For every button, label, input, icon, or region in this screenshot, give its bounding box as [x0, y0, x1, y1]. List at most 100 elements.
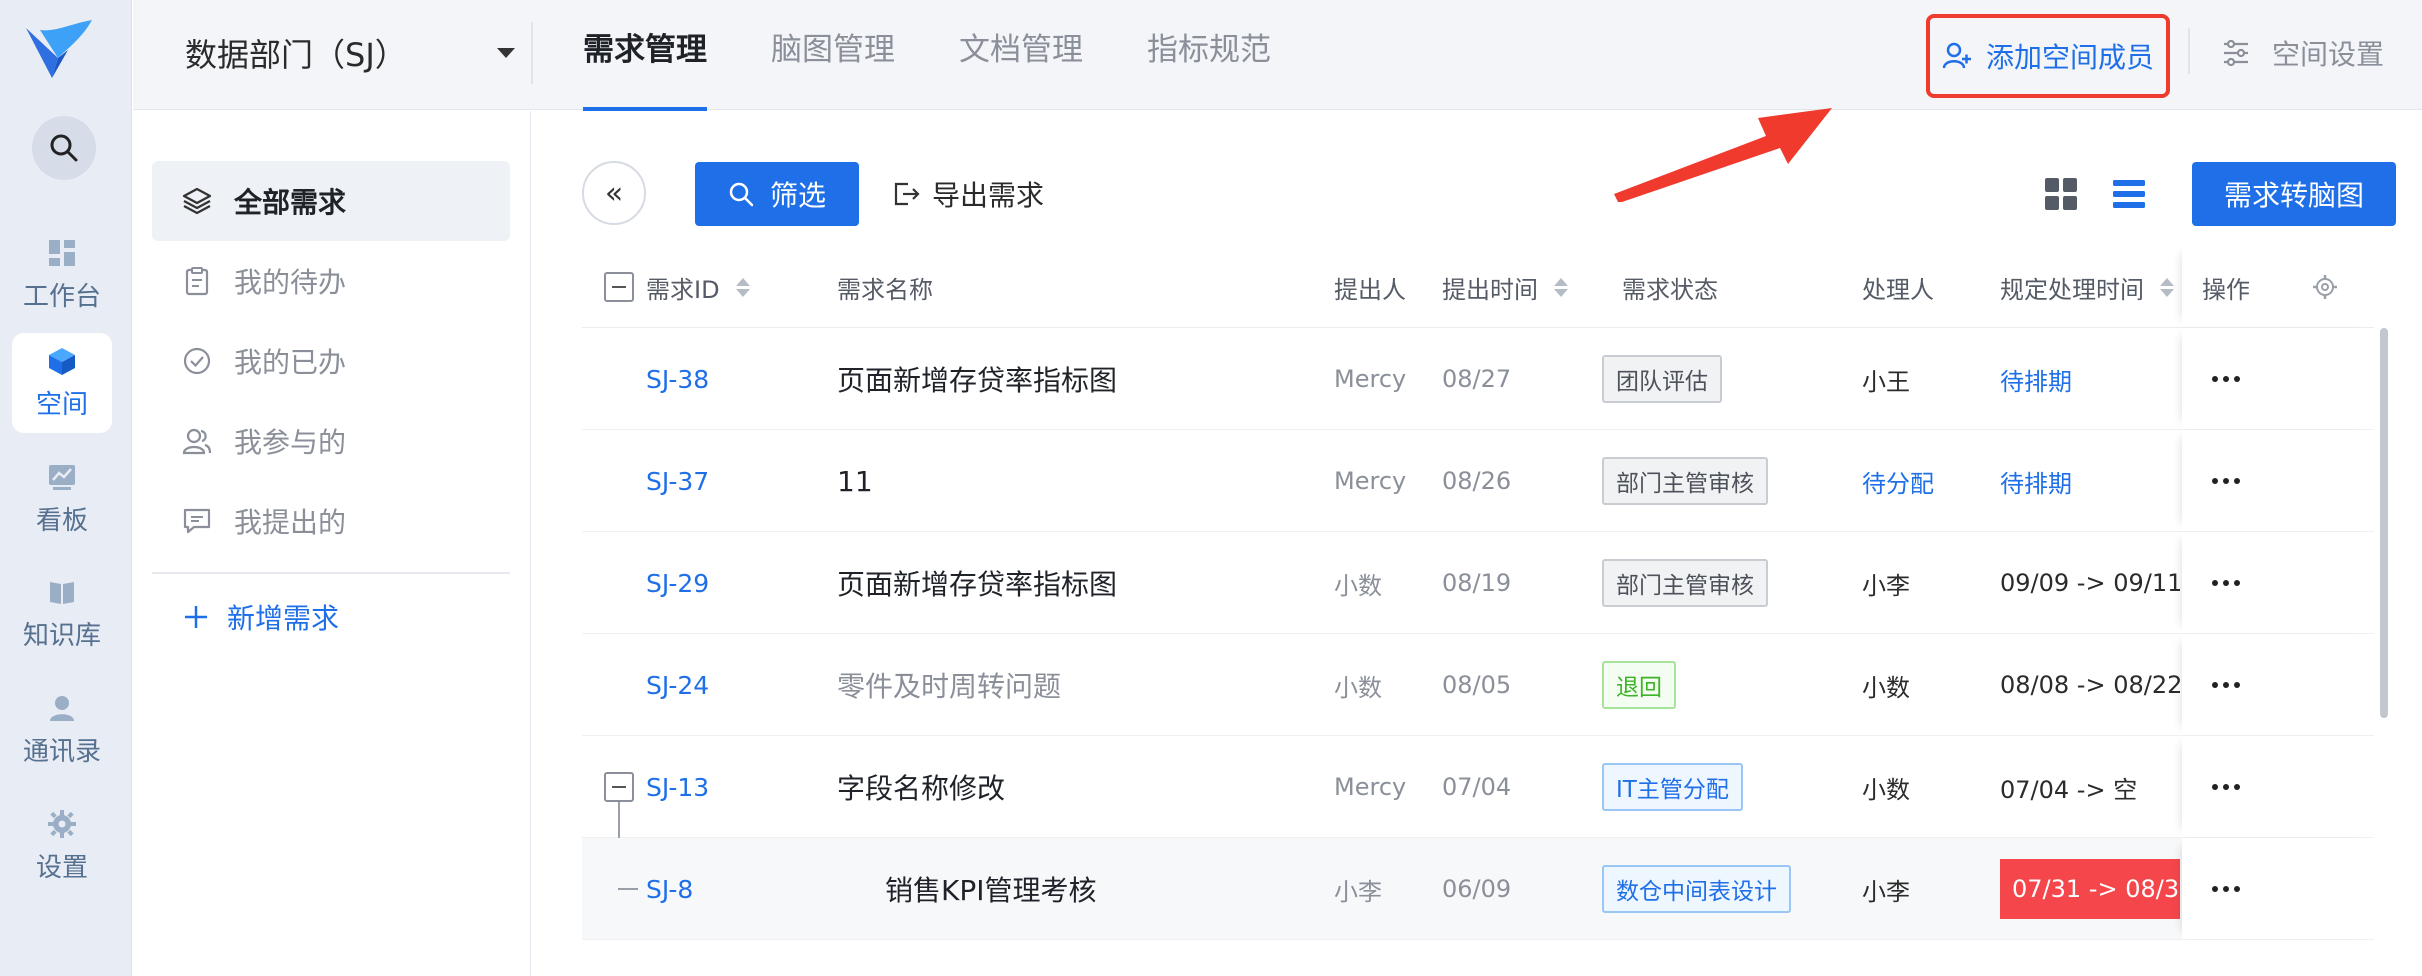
tree-collapse-toggle[interactable] — [604, 772, 634, 802]
caret-down-icon — [496, 48, 515, 58]
rail-item-workbench[interactable]: 工作台 — [12, 225, 112, 325]
sidebar-item-label: 全部需求 — [234, 186, 347, 219]
app-logo[interactable] — [22, 18, 96, 82]
select-all-checkbox[interactable] — [604, 246, 634, 328]
col-header-id[interactable]: 需求ID — [646, 246, 750, 328]
export-icon — [894, 182, 920, 206]
sidebar-item-done[interactable]: 我的已办 — [152, 321, 510, 401]
rail-item-label: 设置 — [35, 852, 88, 883]
more-actions-button[interactable] — [2212, 838, 2240, 940]
ops-cell — [2182, 328, 2374, 429]
col-header-due[interactable]: 规定处理时间 — [2000, 246, 2174, 328]
sort-icon[interactable] — [735, 277, 750, 297]
sidebar-item-label: 我的待办 — [234, 266, 347, 299]
sidebar-item-label: 我的已办 — [234, 346, 347, 379]
more-dots-icon — [2212, 682, 2218, 688]
tab-documents[interactable]: 文档管理 — [959, 0, 1083, 110]
rail-item-settings[interactable]: 设置 — [12, 796, 112, 896]
handler[interactable]: 待分配 — [1862, 430, 1934, 532]
proposer: Mercy — [1334, 467, 1407, 495]
add-space-member-button[interactable]: 添加空间成员 — [1926, 14, 2170, 98]
more-actions-button[interactable] — [2212, 736, 2240, 838]
table-row[interactable]: SJ-29 页面新增存贷率指标图 小数 08/19 部门主管审核 小李 09/09 -> 0… — [582, 532, 2374, 634]
tab-requirements[interactable]: 需求管理 — [583, 0, 707, 111]
sidebar-item-participated[interactable]: 我参与的 — [152, 401, 510, 481]
ops-cell — [2182, 838, 2374, 939]
table-row[interactable]: SJ-24 零件及时周转问题 小数 08/05 退回 小数 08/08 -> 08/22 — [582, 634, 2374, 736]
sidebar-item-todo[interactable]: 我的待办 — [152, 241, 510, 321]
export-button[interactable]: 导出需求 — [892, 162, 1044, 226]
more-actions-button[interactable] — [2212, 328, 2240, 430]
requirement-id-link[interactable]: SJ-13 — [646, 736, 709, 838]
tab-mindmap[interactable]: 脑图管理 — [771, 0, 895, 110]
sidebar-item-all[interactable]: 全部需求 — [152, 161, 510, 241]
more-dots-icon — [2212, 376, 2218, 382]
col-header-label: 提出时间 — [1442, 275, 1538, 304]
divider — [152, 572, 510, 574]
more-actions-button[interactable] — [2212, 532, 2240, 634]
rail-item-space[interactable]: 空间 — [12, 333, 112, 433]
due-time: 07/04 -> 空 — [2000, 775, 2138, 804]
status-badge: 退回 — [1602, 661, 1676, 709]
dashboard-icon — [49, 239, 75, 266]
more-dots-icon — [2212, 784, 2218, 790]
space-settings-button[interactable]: 空间设置 — [2222, 28, 2384, 78]
requirement-id-link[interactable]: SJ-24 — [646, 634, 709, 736]
sort-icon[interactable] — [1554, 277, 1568, 297]
rail-item-label: 知识库 — [22, 620, 101, 651]
sort-icon[interactable] — [2160, 277, 2174, 297]
double-chevron-left-icon: « — [604, 175, 624, 211]
top-bar: 数据部门（SJ） 需求管理 脑图管理 文档管理 指标规范 添加空间成员 空间设置 — [133, 0, 2422, 111]
global-search-button[interactable] — [32, 116, 96, 180]
add-requirement-button[interactable]: 新增需求 — [183, 597, 339, 637]
status-cell: 部门主管审核 — [1602, 430, 1768, 532]
table-row[interactable]: SJ-13 字段名称修改 Mercy 07/04 IT主管分配 小数 07/04 -> 空 — [582, 736, 2374, 890]
status-badge: IT主管分配 — [1602, 763, 1743, 811]
rail-item-board[interactable]: 看板 — [12, 449, 112, 549]
requirement-id-link[interactable]: SJ-38 — [646, 328, 709, 430]
requirement-name[interactable]: 零件及时周转问题 — [837, 634, 1061, 736]
col-header-ops: 操作 — [2202, 246, 2250, 328]
requirement-name[interactable]: 11 — [837, 430, 873, 532]
col-header-label: 需求状态 — [1622, 275, 1718, 304]
requirement-id-link[interactable]: SJ-37 — [646, 430, 709, 532]
proposed-time: 08/05 — [1442, 671, 1512, 699]
search-icon — [50, 134, 78, 162]
requirement-name[interactable]: 字段名称修改 — [837, 736, 1005, 838]
convert-to-mindmap-button[interactable]: 需求转脑图 — [2192, 162, 2396, 226]
table-row[interactable]: SJ-38 页面新增存贷率指标图 Mercy 08/27 团队评估 小王 待排期 — [582, 328, 2374, 430]
due-time: 待排期 — [2000, 469, 2072, 498]
more-actions-button[interactable] — [2212, 430, 2240, 532]
requirement-id-link[interactable]: SJ-8 — [646, 838, 693, 940]
table-row[interactable]: SJ-8 销售KPI管理考核 小李 06/09 数仓中间表设计 小李 07/31 -> 08… — [582, 838, 2374, 940]
collapse-sidebar-button[interactable]: « — [582, 161, 646, 225]
proposer: Mercy — [1334, 365, 1407, 393]
department-name: 数据部门（SJ） — [185, 36, 407, 74]
rail-item-knowledge[interactable]: 知识库 — [12, 564, 112, 664]
tab-metrics[interactable]: 指标规范 — [1147, 0, 1271, 110]
requirement-name[interactable]: 销售KPI管理考核 — [885, 838, 1097, 940]
book-icon — [50, 581, 74, 604]
list-view-icon[interactable] — [2112, 177, 2146, 211]
requirement-name[interactable]: 页面新增存贷率指标图 — [837, 328, 1117, 430]
requirements-sidebar: 全部需求 我的待办 我的已办 我参与的 我提出的 新增需求 — [133, 111, 531, 976]
grid-view-icon[interactable] — [2044, 177, 2078, 211]
rail-item-label: 空间 — [35, 389, 88, 420]
status-badge: 团队评估 — [1602, 355, 1722, 403]
export-label: 导出需求 — [932, 179, 1045, 212]
comment-icon — [183, 508, 211, 534]
department-selector[interactable]: 数据部门（SJ） — [185, 30, 515, 76]
more-actions-button[interactable] — [2212, 634, 2240, 736]
table-scrollbar[interactable] — [2380, 328, 2388, 718]
sidebar-item-submitted[interactable]: 我提出的 — [152, 481, 510, 561]
requirement-name[interactable]: 页面新增存贷率指标图 — [837, 532, 1117, 634]
filter-button[interactable]: 筛选 — [695, 162, 859, 226]
col-header-handler: 处理人 — [1862, 246, 1934, 328]
requirement-id-link[interactable]: SJ-29 — [646, 532, 709, 634]
table-row[interactable]: SJ-37 11 Mercy 08/26 部门主管审核 待分配 待排期 — [582, 430, 2374, 532]
cube-icon — [49, 347, 75, 375]
col-header-time[interactable]: 提出时间 — [1442, 246, 1568, 328]
proposer: 小数 — [1334, 673, 1382, 702]
column-settings-button[interactable] — [2312, 246, 2338, 328]
rail-item-contacts[interactable]: 通讯录 — [12, 680, 112, 780]
